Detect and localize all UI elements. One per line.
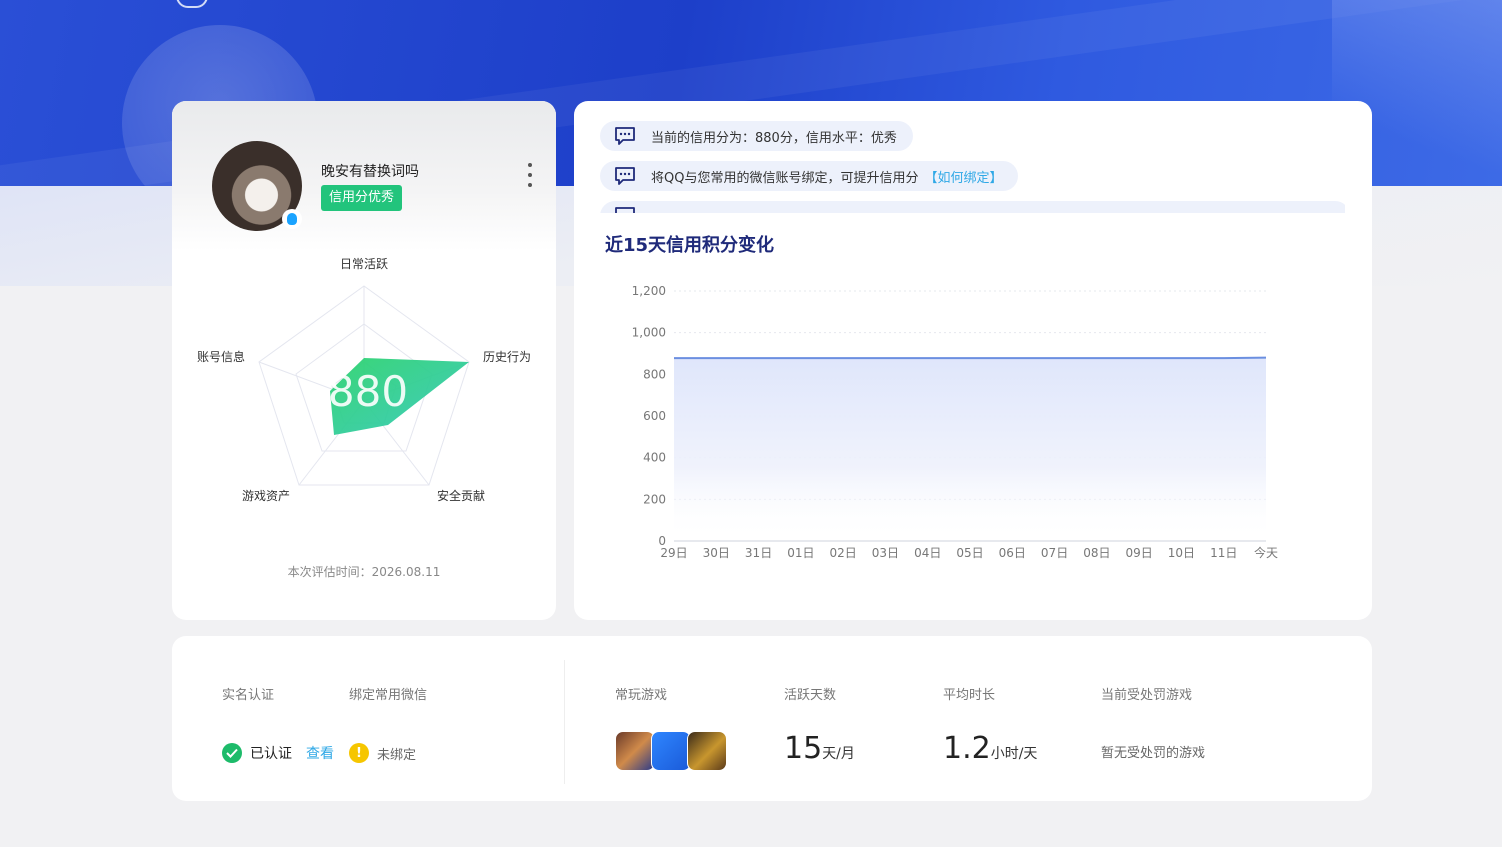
realname-label: 实名认证 — [222, 688, 275, 703]
x-tick-label: 06日 — [999, 546, 1026, 560]
radar-label-daily: 日常活跃 — [340, 257, 388, 271]
check-icon — [222, 743, 242, 763]
chart-y-axis: 02004006008001,0001,200 — [632, 284, 666, 548]
avg-time-value: 1.2小时/天 — [943, 731, 1037, 766]
x-tick-label: 05日 — [956, 546, 983, 560]
x-tick-label: 04日 — [914, 546, 941, 560]
avg-time-number: 1.2 — [943, 731, 991, 766]
x-tick-label: 01日 — [787, 546, 814, 560]
radar-label-account: 账号信息 — [197, 349, 245, 364]
profile-card: 晚安有替换词吗 信用分优秀 880 日常活跃 历史行为 安全贡献 游戏资产 账号… — [172, 101, 556, 620]
radar-score: 880 — [328, 367, 408, 416]
username: 晚安有替换词吗 — [321, 164, 419, 180]
y-tick-label: 1,000 — [632, 326, 666, 340]
credit-radar-chart: 880 日常活跃 历史行为 安全贡献 游戏资产 账号信息 — [197, 257, 531, 503]
divider — [564, 660, 565, 784]
y-tick-label: 400 — [643, 451, 666, 465]
y-tick-label: 200 — [643, 492, 666, 506]
active-days-unit: 天/月 — [822, 746, 855, 762]
realname-status: 已认证 查看 — [222, 743, 334, 763]
active-days-value: 15天/月 — [784, 731, 855, 766]
radar-label-security: 安全贡献 — [437, 488, 485, 503]
radar-label-history: 历史行为 — [483, 350, 531, 364]
series-area — [674, 357, 1266, 541]
x-tick-label: 31日 — [745, 546, 772, 560]
x-tick-label: 10日 — [1168, 546, 1195, 560]
x-tick-label: 30日 — [703, 546, 730, 560]
message-icon — [615, 167, 635, 185]
game-icon-honor-of-kings[interactable] — [615, 731, 655, 771]
wechat-bind-label: 绑定常用微信 — [349, 688, 428, 703]
x-tick-label: 今天 — [1254, 545, 1278, 560]
x-tick-label: 11日 — [1210, 546, 1237, 560]
x-tick-label: 08日 — [1083, 546, 1110, 560]
y-tick-label: 600 — [643, 409, 666, 423]
game-icon-blue[interactable] — [651, 731, 691, 771]
logo-icon — [176, 0, 208, 8]
wechat-status: ! 未绑定 — [349, 743, 416, 763]
game-icon-list — [615, 731, 727, 771]
credit-chart-card: 当前的信用分为：880分，信用水平：优秀 将QQ与您常用的微信账号绑定，可提升信… — [574, 101, 1372, 620]
credit-level-badge: 信用分优秀 — [321, 185, 403, 211]
notice-item: 将QQ与您常用的微信账号绑定，可提升信用分 【如何绑定】 — [600, 161, 1019, 191]
notice-item — [600, 201, 1345, 213]
game-icon-warrior[interactable] — [687, 731, 727, 771]
notice-list: 当前的信用分为：880分，信用水平：优秀 将QQ与您常用的微信账号绑定，可提升信… — [600, 121, 1345, 213]
wechat-status-text: 未绑定 — [377, 747, 417, 763]
active-days-label: 活跃天数 — [784, 688, 837, 703]
avg-time-label: 平均时长 — [943, 688, 996, 703]
x-tick-label: 03日 — [872, 546, 899, 560]
notice-text: 当前的信用分为：880分，信用水平：优秀 — [651, 130, 897, 146]
evaluation-time: 本次评估时间：2026.08.11 — [287, 565, 441, 579]
games-label: 常玩游戏 — [615, 688, 668, 703]
credit-line-chart: 02004006008001,0001,200 29日 30日 31日 01日 02日 0… — [632, 284, 1278, 560]
x-tick-label: 29日 — [660, 546, 687, 560]
how-to-bind-link[interactable]: 【如何绑定】 — [924, 167, 1002, 186]
x-tick-label: 09日 — [1126, 546, 1153, 560]
qq-icon — [282, 209, 302, 229]
punish-value: 暂无受处罚的游戏 — [1101, 746, 1206, 761]
message-icon — [615, 207, 635, 213]
view-link[interactable]: 查看 — [306, 743, 334, 763]
more-options-icon[interactable] — [522, 163, 538, 187]
notice-item: 当前的信用分为：880分，信用水平：优秀 — [600, 121, 913, 151]
avg-time-unit: 小时/天 — [990, 746, 1038, 762]
warning-icon: ! — [349, 743, 369, 763]
y-tick-label: 800 — [643, 367, 666, 381]
active-days-number: 15 — [784, 731, 823, 766]
chart-title: 近15天信用积分变化 — [605, 235, 775, 256]
x-tick-label: 02日 — [830, 546, 857, 560]
notice-text: 将QQ与您常用的微信账号绑定，可提升信用分 — [651, 170, 919, 186]
account-stats-card: 实名认证 绑定常用微信 已认证 查看 ! 未绑定 常玩游戏 活跃天数 15天/月… — [172, 636, 1372, 801]
y-tick-label: 1,200 — [632, 284, 666, 298]
x-tick-label: 07日 — [1041, 546, 1068, 560]
chart-x-axis: 29日 30日 31日 01日 02日 03日 04日 05日 06日 07日 08日 09日 10日 1… — [660, 545, 1278, 560]
chart-series — [674, 356, 1267, 541]
realname-status-text: 已认证 — [250, 746, 292, 762]
radar-label-assets: 游戏资产 — [242, 489, 290, 503]
message-icon — [615, 127, 635, 145]
punish-label: 当前受处罚游戏 — [1101, 688, 1193, 703]
